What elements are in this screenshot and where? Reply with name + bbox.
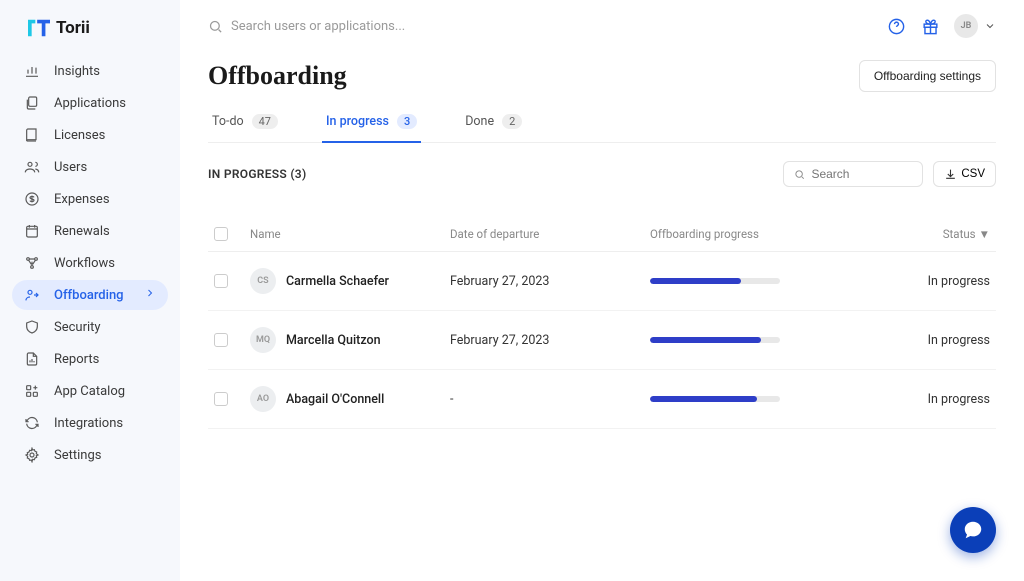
- workflow-icon: [24, 255, 40, 271]
- bar-chart-icon: [24, 63, 40, 79]
- table-row[interactable]: CS Carmella Schaefer February 27, 2023 I…: [208, 252, 996, 311]
- sidebar-item-expenses[interactable]: Expenses: [12, 184, 168, 214]
- tab-in-progress-count: 3: [397, 114, 417, 129]
- shield-icon: [24, 319, 40, 335]
- book-icon: [24, 127, 40, 143]
- sidebar-item-offboarding[interactable]: Offboarding: [12, 280, 168, 310]
- user-avatar: JB: [954, 14, 978, 38]
- dollar-icon: [24, 191, 40, 207]
- topbar-actions: JB: [886, 14, 996, 38]
- search-icon: [208, 19, 223, 34]
- download-icon: [944, 168, 957, 181]
- page-title: Offboarding: [208, 61, 347, 91]
- user-avatar: AO: [250, 386, 276, 412]
- departure-date: -: [450, 392, 650, 407]
- table-row[interactable]: AO Abagail O'Connell - In progress: [208, 370, 996, 429]
- sidebar-item-settings[interactable]: Settings: [12, 440, 168, 470]
- tab-done-count: 2: [502, 114, 522, 129]
- content: Offboarding Offboarding settings To-do 4…: [180, 52, 1024, 581]
- chevron-right-icon: [144, 287, 156, 303]
- calendar-icon: [24, 223, 40, 239]
- chat-icon: [962, 519, 984, 541]
- sidebar-item-licenses[interactable]: Licenses: [12, 120, 168, 150]
- sidebar-item-workflows[interactable]: Workflows: [12, 248, 168, 278]
- gift-icon[interactable]: [920, 16, 940, 36]
- topbar: Search users or applications... JB: [180, 0, 1024, 52]
- col-name: Name: [250, 227, 450, 241]
- sidebar-item-security[interactable]: Security: [12, 312, 168, 342]
- status-text: In progress: [870, 392, 990, 407]
- export-csv-button[interactable]: CSV: [933, 161, 996, 187]
- sort-down-icon: ▼: [979, 227, 990, 241]
- user-name: Carmella Schaefer: [286, 274, 389, 289]
- sidebar-item-insights[interactable]: Insights: [12, 56, 168, 86]
- departure-date: February 27, 2023: [450, 333, 650, 348]
- offboarding-icon: [24, 287, 40, 303]
- user-avatar: CS: [250, 268, 276, 294]
- file-icon: [24, 351, 40, 367]
- user-name: Marcella Quitzon: [286, 333, 381, 348]
- table-search-input[interactable]: [811, 167, 912, 181]
- row-checkbox[interactable]: [214, 392, 228, 406]
- section-actions: CSV: [783, 161, 996, 187]
- global-search[interactable]: Search users or applications...: [208, 19, 876, 34]
- gear-icon: [24, 447, 40, 463]
- select-all-checkbox[interactable]: [214, 227, 228, 241]
- row-checkbox[interactable]: [214, 274, 228, 288]
- brand-name: Torii: [56, 18, 90, 38]
- status-text: In progress: [870, 333, 990, 348]
- chat-fab[interactable]: [950, 507, 996, 553]
- tab-todo[interactable]: To-do 47: [208, 102, 282, 143]
- status-text: In progress: [870, 274, 990, 289]
- search-icon: [794, 168, 805, 181]
- progress-bar: [650, 278, 780, 284]
- sidebar-item-renewals[interactable]: Renewals: [12, 216, 168, 246]
- departure-date: February 27, 2023: [450, 274, 650, 289]
- sidebar: Torii Insights Applications Licenses Use…: [0, 0, 180, 581]
- section-header: IN PROGRESS (3) CSV: [208, 161, 996, 187]
- refresh-icon: [24, 415, 40, 431]
- user-menu[interactable]: JB: [954, 14, 996, 38]
- section-title: IN PROGRESS (3): [208, 167, 306, 181]
- offboarding-settings-button[interactable]: Offboarding settings: [859, 60, 996, 92]
- tab-todo-count: 47: [252, 114, 278, 129]
- page-header: Offboarding Offboarding settings: [208, 60, 996, 92]
- copy-icon: [24, 95, 40, 111]
- col-progress: Offboarding progress: [650, 227, 870, 241]
- table-body: CS Carmella Schaefer February 27, 2023 I…: [208, 252, 996, 429]
- sidebar-item-users[interactable]: Users: [12, 152, 168, 182]
- nav: Insights Applications Licenses Users Exp…: [0, 56, 180, 470]
- table-header: Name Date of departure Offboarding progr…: [208, 217, 996, 252]
- chevron-down-icon: [984, 20, 996, 32]
- tab-in-progress[interactable]: In progress 3: [322, 102, 421, 143]
- grid-plus-icon: [24, 383, 40, 399]
- sidebar-item-reports[interactable]: Reports: [12, 344, 168, 374]
- sidebar-item-applications[interactable]: Applications: [12, 88, 168, 118]
- sidebar-item-app-catalog[interactable]: App Catalog: [12, 376, 168, 406]
- search-placeholder: Search users or applications...: [231, 19, 405, 34]
- col-date: Date of departure: [450, 227, 650, 241]
- main: Search users or applications... JB Offbo…: [180, 0, 1024, 581]
- user-name: Abagail O'Connell: [286, 392, 384, 407]
- tabs: To-do 47 In progress 3 Done 2: [208, 102, 996, 143]
- col-status[interactable]: Status ▼: [870, 227, 990, 241]
- table-row[interactable]: MQ Marcella Quitzon February 27, 2023 In…: [208, 311, 996, 370]
- logo: Torii: [0, 18, 180, 56]
- table-search[interactable]: [783, 161, 923, 187]
- logo-icon: [28, 19, 50, 37]
- help-icon[interactable]: [886, 16, 906, 36]
- users-icon: [24, 159, 40, 175]
- progress-bar: [650, 337, 780, 343]
- row-checkbox[interactable]: [214, 333, 228, 347]
- tab-done[interactable]: Done 2: [461, 102, 526, 143]
- user-avatar: MQ: [250, 327, 276, 353]
- progress-bar: [650, 396, 780, 402]
- sidebar-item-integrations[interactable]: Integrations: [12, 408, 168, 438]
